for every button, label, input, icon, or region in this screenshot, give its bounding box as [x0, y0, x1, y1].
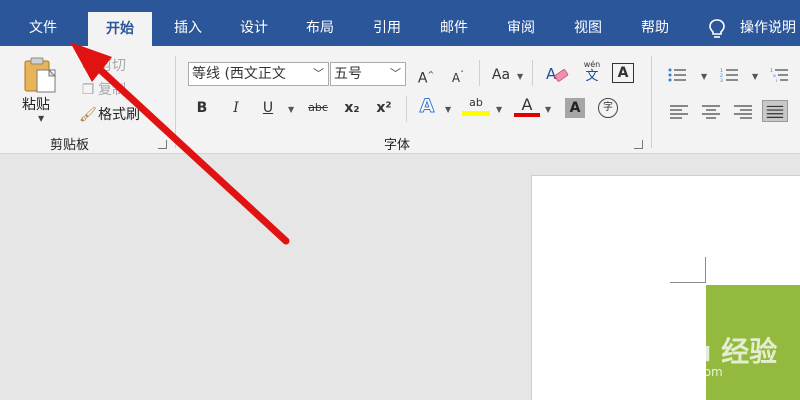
superscript-button[interactable]: x² [372, 97, 396, 119]
tab-mailings[interactable]: 邮件 [426, 10, 482, 46]
chevron-down-icon: ﹀ [390, 67, 401, 80]
divider [479, 60, 480, 86]
paste-icon[interactable] [22, 56, 60, 94]
tab-help[interactable]: 帮助 [627, 10, 683, 46]
tab-review[interactable]: 审阅 [493, 10, 549, 46]
underline-dropdown-icon[interactable]: ▼ [288, 105, 294, 114]
subscript-button[interactable]: x₂ [340, 97, 364, 119]
format-painter-button[interactable]: 🖌格式刷 [78, 105, 140, 125]
cut-button[interactable]: ✂ 剪切 [78, 56, 126, 76]
svg-text:i: i [776, 78, 777, 82]
align-right-icon[interactable] [730, 100, 756, 122]
font-color-label: A [521, 95, 533, 114]
change-case-button[interactable]: Aa [488, 64, 514, 86]
tab-layout[interactable]: 布局 [292, 10, 348, 46]
tab-insert[interactable]: 插入 [160, 10, 216, 46]
font-name-combo[interactable]: 等线 (西文正文 ﹀ [188, 62, 329, 86]
italic-button[interactable]: I [227, 97, 245, 119]
text-effects-button[interactable]: A [416, 95, 438, 118]
shrink-font-button[interactable]: Aˇ [448, 64, 468, 86]
copy-button[interactable]: ❐ 复制 [78, 80, 126, 100]
clear-formatting-icon[interactable]: A [545, 64, 569, 84]
shrink-font-label: A [451, 71, 461, 85]
align-center-icon[interactable] [698, 100, 724, 122]
bold-button[interactable]: B [193, 97, 211, 119]
strikethrough-button[interactable]: abc [304, 97, 332, 119]
cut-label: 剪切 [98, 58, 126, 74]
baidu-watermark-url: jingyan.baidu.com [612, 365, 723, 379]
paste-button[interactable]: 粘贴 [22, 94, 50, 114]
lightbulb-icon[interactable] [708, 18, 726, 40]
chevron-down-icon: ﹀ [310, 63, 324, 85]
brush-icon: 🖌 [79, 107, 97, 123]
underline-button[interactable]: U [259, 97, 277, 119]
highlight-label: ab [469, 96, 483, 109]
clipboard-launcher-icon[interactable] [158, 140, 167, 149]
highlight-button[interactable]: ab [462, 96, 490, 120]
tab-references[interactable]: 引用 [359, 10, 415, 46]
tab-file[interactable]: 文件 [14, 10, 72, 46]
bullets-icon[interactable] [668, 68, 686, 82]
justify-icon[interactable] [762, 100, 788, 122]
font-color-button[interactable]: A [514, 96, 540, 120]
text-effects-dropdown-icon[interactable]: ▼ [445, 105, 451, 114]
enclose-characters-button[interactable]: 字 [598, 98, 618, 118]
svg-text:3: 3 [720, 78, 723, 82]
font-size-value: 五号 [334, 66, 362, 82]
group-divider [651, 56, 652, 148]
margin-corner-mark [670, 257, 706, 283]
change-case-dropdown-icon[interactable]: ▼ [517, 72, 523, 81]
numbering-dropdown-icon[interactable]: ▼ [752, 72, 758, 81]
bullets-dropdown-icon[interactable]: ▼ [701, 72, 707, 81]
highlight-dropdown-icon[interactable]: ▼ [496, 105, 502, 114]
clipboard-group-label: 剪贴板 [50, 138, 90, 153]
scissors-icon: ✂ [82, 58, 94, 74]
phonetic-char: 文 [585, 69, 599, 84]
tell-me-search[interactable]: 操作说明 [740, 10, 800, 46]
font-color-dropdown-icon[interactable]: ▼ [545, 105, 551, 114]
character-shading-button[interactable]: A [565, 98, 585, 118]
align-left-icon[interactable] [666, 100, 692, 122]
phonetic-guide-button[interactable]: wén 文 [580, 60, 604, 84]
divider [532, 60, 533, 86]
numbering-icon[interactable]: 1 2 3 [720, 68, 738, 82]
font-launcher-icon[interactable] [634, 140, 643, 149]
grow-font-label: A [417, 70, 428, 87]
menu-bar: 文件 开始 插入 设计 布局 引用 邮件 审阅 视图 帮助 操作说明 [0, 0, 800, 46]
tab-home[interactable]: 开始 [88, 12, 152, 46]
multilevel-list-icon[interactable]: 1 a i [770, 68, 788, 82]
baidu-watermark: Bai du 经验 [612, 335, 778, 368]
copy-label: 复制 [98, 82, 126, 98]
grow-font-button[interactable]: A^ [416, 64, 436, 87]
group-divider [175, 56, 176, 148]
font-group-label: 字体 [384, 138, 411, 153]
tab-view[interactable]: 视图 [560, 10, 616, 46]
paste-dropdown-icon[interactable]: ▼ [38, 114, 44, 123]
character-border-button[interactable]: A [612, 63, 634, 83]
ribbon: 粘贴 ▼ ✂ 剪切 ❐ 复制 🖌格式刷 剪贴板 等线 (西文正文 ﹀ 五号 ﹀ A^… [0, 46, 800, 154]
phonetic-pinyin: wén [583, 60, 601, 69]
tab-design[interactable]: 设计 [226, 10, 282, 46]
svg-text:A: A [546, 65, 557, 83]
copy-icon: ❐ [81, 82, 95, 98]
font-size-combo[interactable]: 五号 ﹀ [330, 62, 406, 86]
format-painter-label: 格式刷 [98, 107, 140, 123]
highlight-color-bar [462, 111, 490, 116]
font-name-value: 等线 (西文正文 [192, 66, 286, 82]
divider [406, 96, 407, 122]
